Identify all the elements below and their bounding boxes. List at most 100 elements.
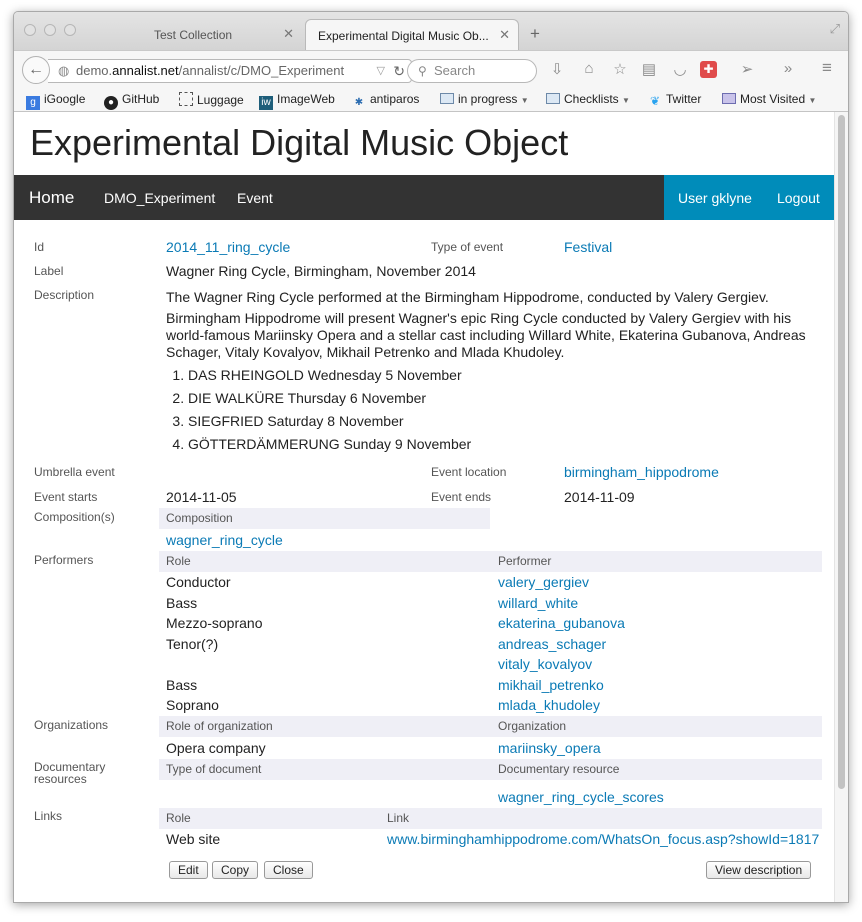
bookmark-imageweb[interactable]: iw ImageWeb	[259, 92, 335, 110]
event-starts-value: 2014-11-05	[166, 489, 237, 505]
role-of-organization-column-header: Role of organization	[159, 716, 491, 737]
close-icon[interactable]: ✕	[499, 27, 510, 43]
minimize-window-button[interactable]	[44, 24, 56, 36]
bookmark-folder-most-visited[interactable]: Most Visited ▼	[722, 92, 816, 106]
tab-test-collection[interactable]: Test Collection ✕	[106, 19, 302, 50]
download-icon[interactable]: ⇩	[546, 60, 568, 78]
bookmark-github[interactable]: ● GitHub	[104, 92, 159, 110]
bookmark-label: antiparos	[370, 92, 420, 106]
link-column-header: Link	[380, 808, 822, 829]
bookmark-twitter[interactable]: ❦ Twitter	[648, 92, 701, 108]
antiparos-icon: ✱	[354, 97, 364, 108]
dropdown-arrow-icon[interactable]: ▽	[377, 60, 385, 82]
edit-button[interactable]: Edit	[169, 861, 208, 879]
close-icon[interactable]: ✕	[283, 26, 294, 42]
bookmark-folder-in-progress[interactable]: in progress ▼	[440, 92, 529, 106]
back-arrow-icon: ←	[28, 61, 44, 78]
twitter-icon: ❦	[649, 94, 661, 108]
vertical-scrollbar[interactable]	[834, 112, 848, 902]
logout-link[interactable]: Logout	[777, 190, 820, 206]
close-window-button[interactable]	[24, 24, 36, 36]
chevron-down-icon: ▼	[622, 96, 630, 105]
performer-link[interactable]: mlada_khudoley	[498, 697, 600, 713]
organizations-label: Organizations	[34, 718, 109, 732]
smart-folder-icon	[722, 93, 736, 104]
performer-link[interactable]: andreas_schager	[498, 636, 606, 652]
performer-role-value: Mezzo-soprano	[166, 615, 263, 631]
list-item: DAS RHEINGOLD Wednesday 5 November	[188, 364, 816, 387]
tab-title: Test Collection	[154, 28, 233, 42]
tab-experimental-digital-music-object[interactable]: Experimental Digital Music Ob... ✕	[305, 19, 519, 50]
performer-link[interactable]: ekaterina_gubanova	[498, 615, 625, 631]
website-link[interactable]: www.birminghamhippodrome.com/WhatsOn_foc…	[387, 831, 819, 847]
scrollbar-thumb[interactable]	[838, 115, 845, 789]
performer-link[interactable]: mikhail_petrenko	[498, 677, 604, 693]
performer-link[interactable]: valery_gergiev	[498, 574, 589, 590]
user-link[interactable]: User gklyne	[678, 190, 752, 206]
user-panel: User gklyne Logout	[664, 175, 834, 220]
bookmark-label: ImageWeb	[277, 92, 335, 106]
github-icon: ●	[104, 96, 118, 110]
zoom-window-button[interactable]	[64, 24, 76, 36]
overflow-chevron-icon[interactable]: »	[777, 60, 799, 77]
bookmarks-toolbar: g iGoogle ● GitHub Luggage iw ImageWeb ✱ ant…	[14, 88, 848, 112]
reload-icon[interactable]: ↻	[393, 60, 405, 82]
reading-list-icon[interactable]: ▤	[638, 60, 660, 78]
composition-link[interactable]: wagner_ring_cycle	[166, 532, 283, 548]
performer-role-value: Conductor	[166, 574, 231, 590]
label-label: Label	[34, 264, 64, 278]
new-tab-button[interactable]: +	[530, 24, 540, 44]
addon-icon[interactable]: ✚	[700, 61, 717, 78]
organization-role-value: Opera company	[166, 740, 266, 756]
page-title: Experimental Digital Music Object	[30, 122, 569, 163]
google-icon: g	[26, 96, 40, 110]
nav-collection-link[interactable]: DMO_Experiment	[104, 190, 215, 206]
label-value: Wagner Ring Cycle, Birmingham, November …	[166, 263, 476, 279]
organization-link[interactable]: mariinsky_opera	[498, 740, 601, 756]
performer-link[interactable]: vitaly_kovalyov	[498, 656, 592, 672]
performer-link[interactable]: willard_white	[498, 595, 578, 611]
event-location-link[interactable]: birmingham_hippodrome	[564, 464, 719, 480]
id-value-link[interactable]: 2014_11_ring_cycle	[166, 239, 290, 255]
pocket-icon[interactable]: ◡	[669, 60, 691, 78]
bookmark-folder-checklists[interactable]: Checklists ▼	[546, 92, 630, 106]
menu-icon[interactable]: ≡	[816, 58, 838, 78]
send-icon[interactable]: ➢	[736, 60, 758, 78]
link-role-value: Web site	[166, 831, 221, 847]
fullscreen-icon[interactable]: ⤢	[830, 21, 840, 37]
folder-icon	[440, 93, 454, 104]
tab-title: Experimental Digital Music Ob...	[318, 29, 489, 43]
performer-role-value: Tenor(?)	[166, 635, 219, 652]
bookmark-label: Luggage	[197, 93, 244, 107]
url-bar[interactable]: ◍ demo.annalist.net/annalist/c/DMO_Exper…	[48, 59, 412, 83]
copy-button[interactable]: Copy	[212, 861, 259, 879]
back-button[interactable]: ←	[22, 56, 50, 84]
bookmark-star-icon[interactable]: ☆	[609, 60, 631, 78]
close-button[interactable]: Close	[264, 861, 313, 879]
folder-icon	[546, 93, 560, 104]
role-column-header: Role	[159, 551, 491, 572]
url-path: /annalist/c/DMO_Experiment	[178, 63, 345, 78]
type-label: Type of event	[431, 240, 504, 254]
organization-column-header: Organization	[491, 716, 822, 737]
performers-label: Performers	[34, 553, 94, 567]
search-input[interactable]: ⚲ Search	[407, 59, 537, 83]
navigation-toolbar: ◍ demo.annalist.net/annalist/c/DMO_Exper…	[14, 50, 848, 88]
top-navigation-bar: Home DMO_Experiment Event User gklyne Lo…	[14, 175, 834, 220]
nav-event-link[interactable]: Event	[237, 190, 273, 206]
bookmark-igoogle[interactable]: g iGoogle	[26, 92, 85, 110]
bookmark-label: iGoogle	[44, 92, 86, 106]
home-icon[interactable]: ⌂	[578, 60, 600, 77]
globe-icon: ◍	[58, 63, 70, 78]
event-location-label: Event location	[431, 465, 507, 479]
bookmark-antiparos[interactable]: ✱ antiparos	[352, 92, 420, 110]
search-icon: ⚲	[418, 64, 427, 78]
type-value-link[interactable]: Festival	[564, 239, 612, 255]
nav-home-link[interactable]: Home	[29, 188, 74, 208]
search-placeholder: Search	[434, 63, 476, 78]
bookmark-luggage[interactable]: Luggage	[179, 92, 244, 107]
links-label: Links	[34, 809, 63, 823]
bookmark-label: Most Visited	[740, 92, 806, 106]
documentary-resource-link[interactable]: wagner_ring_cycle_scores	[498, 789, 664, 805]
view-description-button[interactable]: View description	[706, 861, 812, 879]
